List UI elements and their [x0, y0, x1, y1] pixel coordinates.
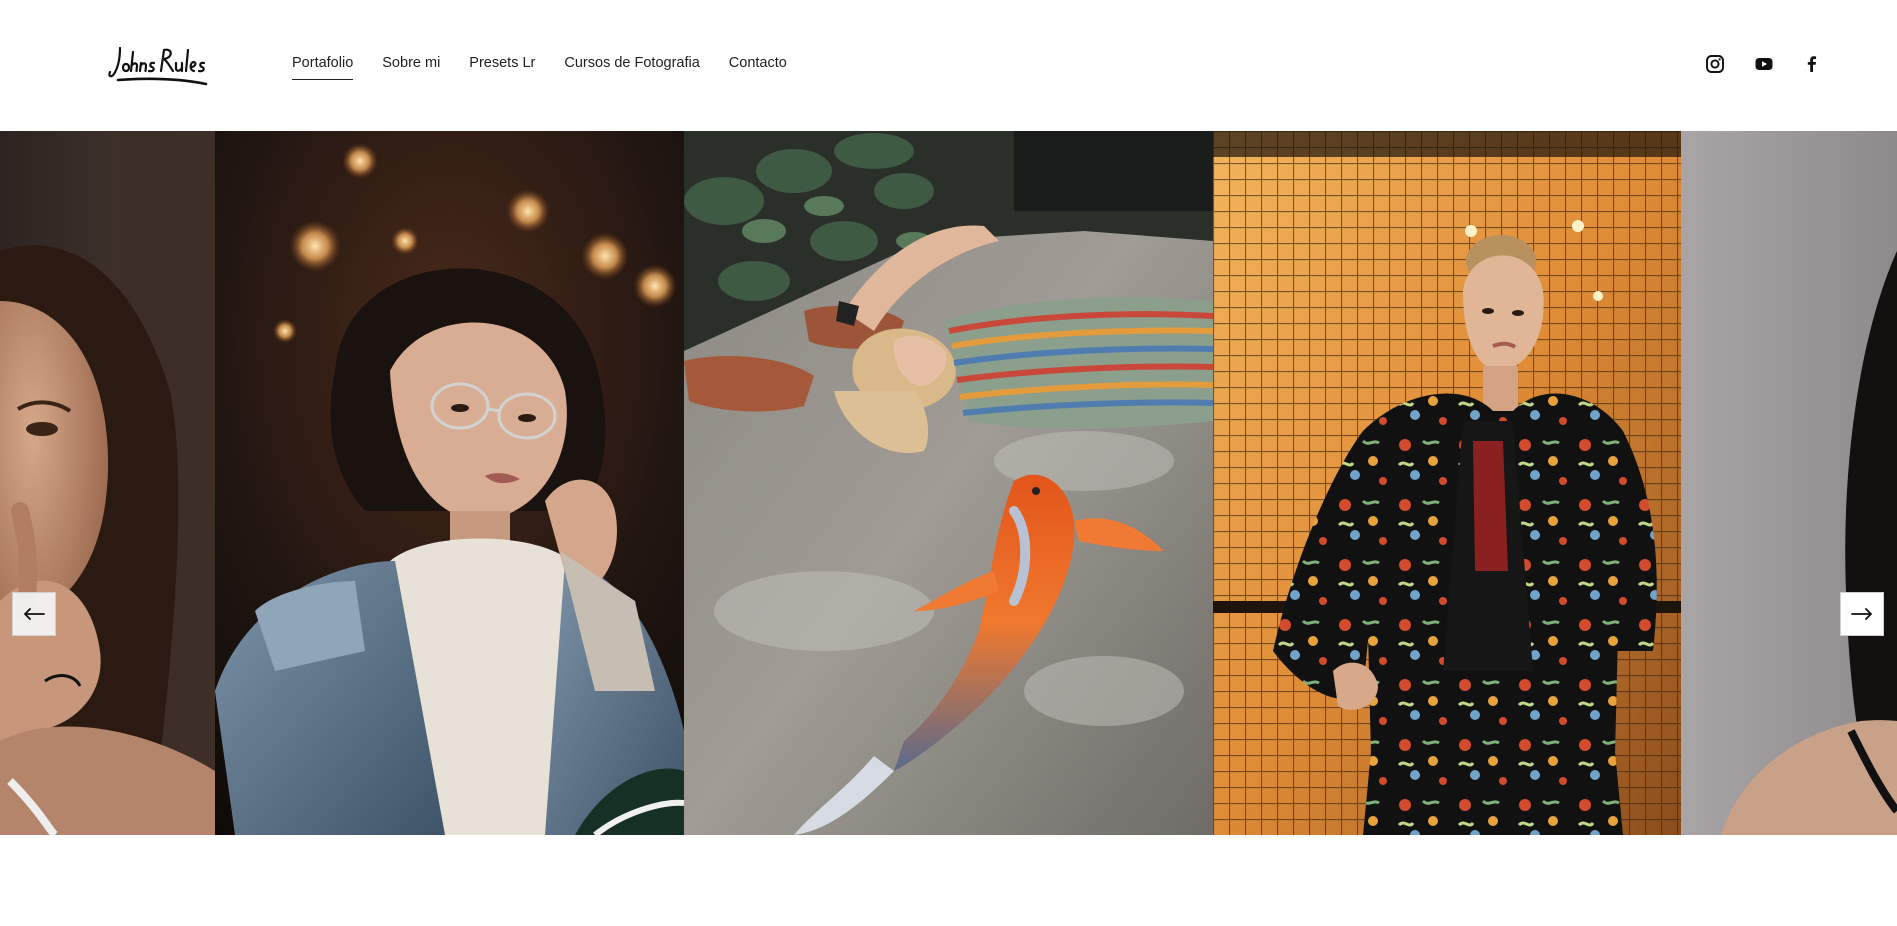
- gallery-photo-woman-glasses-denim[interactable]: [215, 131, 684, 835]
- gallery-photo-woman-floral-suit[interactable]: [1213, 131, 1681, 835]
- site-header: Portafolio Sobre mi Presets Lr Cursos de…: [0, 0, 1897, 131]
- facebook-icon[interactable]: [1802, 54, 1822, 74]
- youtube-icon[interactable]: [1754, 54, 1774, 74]
- carousel-next-button[interactable]: [1840, 592, 1884, 636]
- carousel-prev-button[interactable]: [12, 592, 56, 636]
- arrow-left-icon: [24, 608, 45, 620]
- instagram-icon[interactable]: [1705, 54, 1725, 74]
- gallery-photo-woman-hand-on-chin[interactable]: [0, 131, 215, 835]
- social-links: [0, 54, 1897, 76]
- photo-gallery-carousel: [0, 131, 1897, 835]
- gallery-photo-woman-black-top-partial[interactable]: [1681, 131, 1897, 835]
- gallery-photo-woman-koi-mural[interactable]: [684, 131, 1213, 835]
- arrow-right-icon: [1851, 608, 1872, 620]
